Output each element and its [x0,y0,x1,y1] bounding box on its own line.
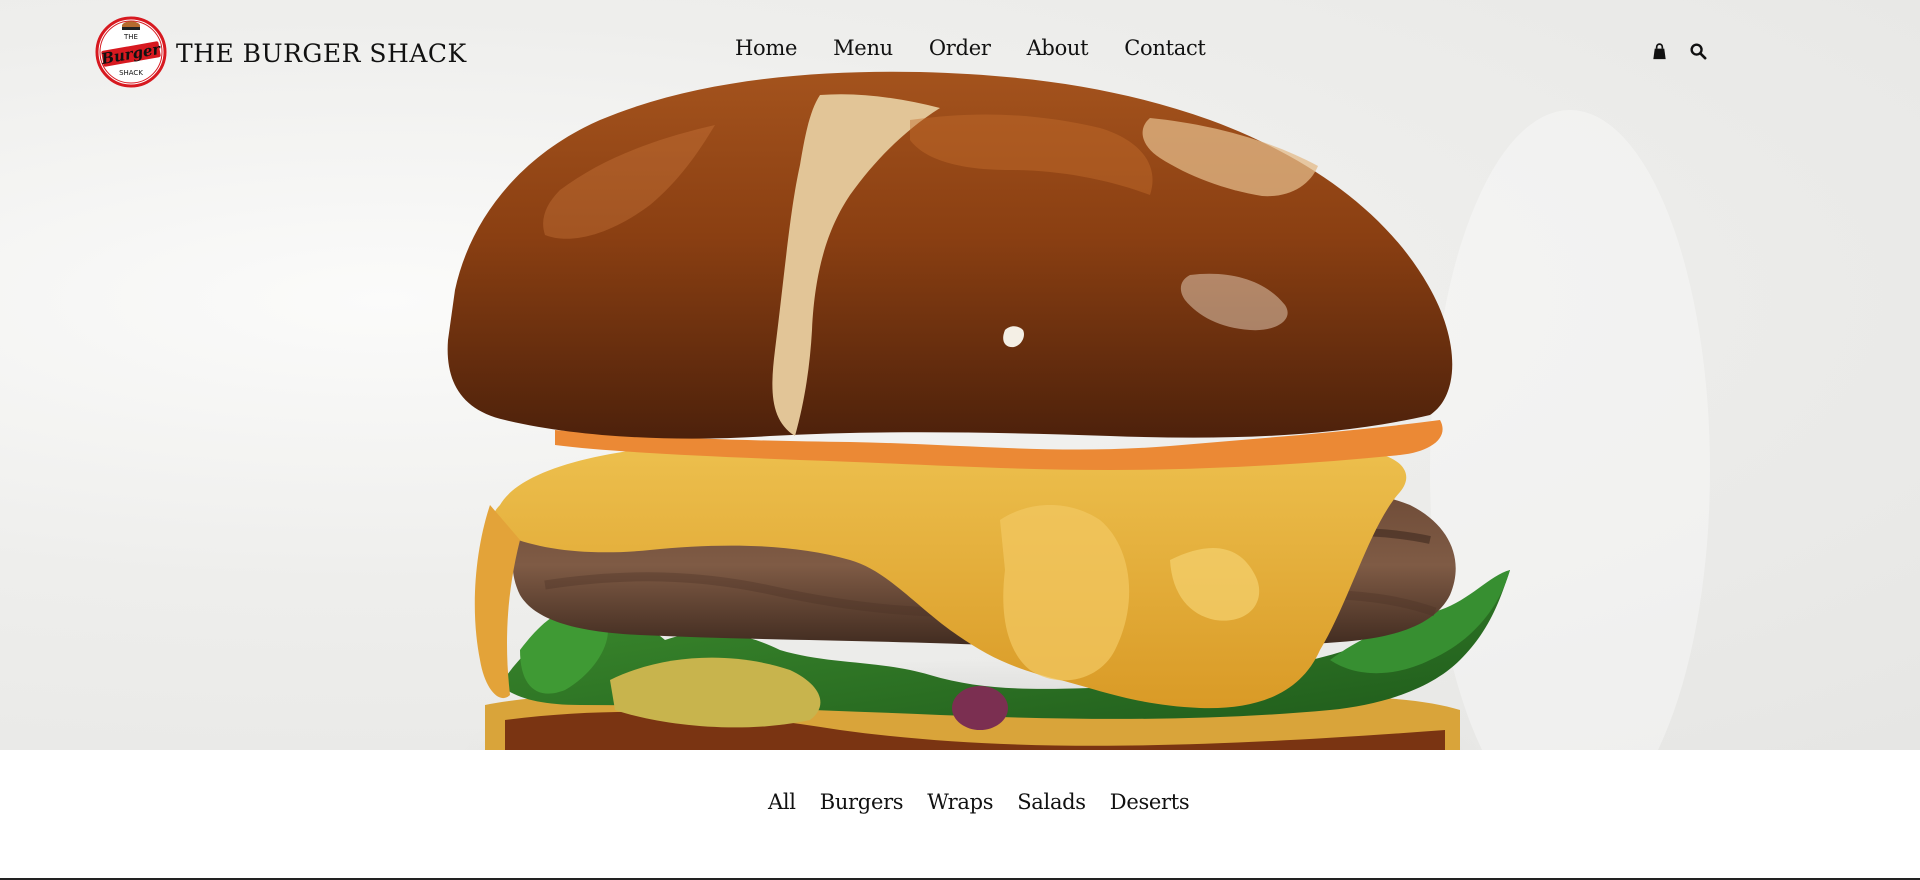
menu-filter-tabs: All Burgers Wraps Salads Deserts [768,790,1190,814]
nav-contact-link[interactable]: Contact [1124,36,1206,60]
filter-all[interactable]: All [768,790,796,814]
shopping-bag-icon[interactable] [1650,42,1669,61]
nav-actions [1650,42,1708,61]
nav-menu-link[interactable]: Menu [833,36,893,60]
top-navigation: THE Burger SHACK THE BURGER SHACK Home M… [0,0,1920,104]
filter-burgers[interactable]: Burgers [820,790,904,814]
menu-filter-bar: All Burgers Wraps Salads Deserts [0,750,1920,878]
hero-section [0,0,1920,750]
filter-deserts[interactable]: Deserts [1110,790,1190,814]
nav-home-link[interactable]: Home [735,36,797,60]
brand-name[interactable]: THE BURGER SHACK [176,39,467,68]
burger-shack-logo[interactable]: THE Burger SHACK [94,15,168,89]
svg-text:THE: THE [123,33,138,41]
nav-order-link[interactable]: Order [929,36,991,60]
svg-text:SHACK: SHACK [119,69,143,77]
filter-salads[interactable]: Salads [1017,790,1086,814]
brand-link[interactable]: THE Burger SHACK THE BURGER SHACK [94,14,467,90]
nav-about-link[interactable]: About [1027,36,1089,60]
filter-wraps[interactable]: Wraps [927,790,993,814]
search-icon[interactable] [1689,42,1708,61]
burger-hero-image [447,71,1710,750]
main-nav: Home Menu Order About Contact [735,36,1206,60]
